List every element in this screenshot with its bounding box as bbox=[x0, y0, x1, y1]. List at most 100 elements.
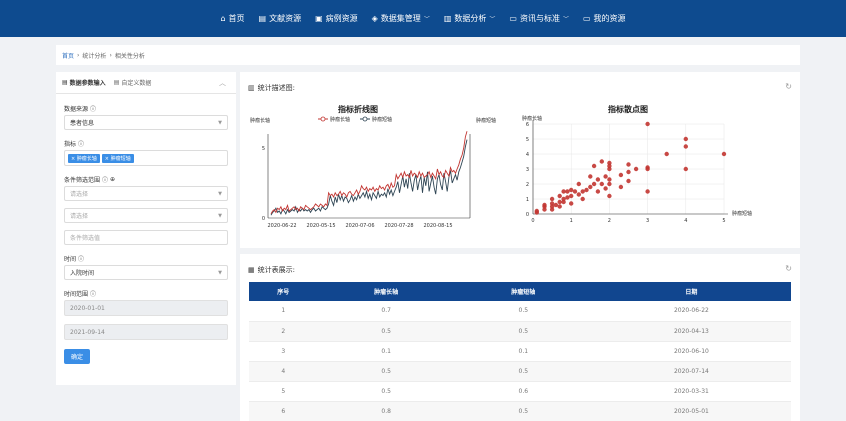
chevron-down-icon: ▼ bbox=[218, 212, 222, 219]
help-icon: ⓘ bbox=[78, 140, 85, 148]
nav-item-label: 数据集管理 bbox=[380, 14, 421, 23]
refresh-icon[interactable]: ↻ bbox=[785, 82, 792, 91]
column-header[interactable]: 肿瘤短轴 bbox=[454, 282, 592, 301]
scatter-point bbox=[588, 174, 593, 179]
chevron-down-icon: ﹀ bbox=[423, 16, 430, 23]
scatter-point bbox=[591, 163, 597, 169]
y-tick-label: 5 bbox=[262, 146, 265, 152]
scatter-point bbox=[576, 192, 581, 197]
scatter-point bbox=[542, 202, 547, 208]
scatter-point bbox=[626, 162, 631, 167]
legend-label[interactable]: 肿瘤长轴 bbox=[330, 116, 350, 123]
table-icon: ▦ bbox=[248, 266, 255, 274]
breadcrumb: 首页 › 统计分析 › 相关性分析 bbox=[56, 45, 800, 65]
scatter-point bbox=[633, 166, 639, 172]
scatter-point bbox=[569, 193, 574, 199]
scatter-point bbox=[603, 174, 608, 179]
x-tick-label: 2020-06-22 bbox=[267, 223, 296, 229]
table-row: 4 0.5 0.5 2020-07-14 bbox=[249, 361, 791, 382]
table-cell: 2020-06-10 bbox=[591, 341, 791, 362]
table-cell: 2 bbox=[249, 321, 318, 342]
nav-item[interactable]: ⌂ 首页 bbox=[220, 13, 244, 24]
column-header[interactable]: 肿瘤长轴 bbox=[317, 282, 455, 301]
legend-label[interactable]: 肿瘤短轴 bbox=[372, 116, 392, 123]
nav-item[interactable]: ▭ 资讯与标准 ﹀ bbox=[509, 13, 569, 24]
scatter-point bbox=[549, 201, 555, 206]
table-row: 2 0.5 0.5 2020-04-13 bbox=[249, 321, 791, 342]
tab-custom-data[interactable]: ▤ 自定义数据 bbox=[114, 78, 152, 87]
case-icon: ▣ bbox=[315, 14, 323, 23]
filter-value-input[interactable]: 条件筛选值 bbox=[64, 230, 228, 245]
scatter-point bbox=[618, 172, 624, 178]
table-cell: 0.6 bbox=[454, 381, 592, 402]
table-cell: 0.5 bbox=[454, 321, 592, 342]
x-tick-label: 5 bbox=[722, 218, 725, 224]
breadcrumb-current: 相关性分析 bbox=[114, 52, 145, 60]
breadcrumb-stats[interactable]: 统计分析 bbox=[82, 51, 106, 60]
series-line bbox=[270, 131, 468, 215]
y-tick-label: 1 bbox=[526, 197, 529, 203]
collapse-icon[interactable]: ︿ bbox=[219, 78, 226, 88]
home-icon: ⌂ bbox=[220, 14, 226, 23]
source-value: 患者信息 bbox=[70, 120, 95, 127]
table-cell: 2020-07-14 bbox=[591, 361, 791, 382]
scatter-point bbox=[557, 204, 562, 209]
help-icon: ⓘ bbox=[90, 105, 97, 113]
book-icon: ▤ bbox=[258, 14, 267, 23]
metric-label: 指标 bbox=[64, 140, 77, 148]
table-row: 6 0.8 0.5 2020-05-01 bbox=[249, 401, 791, 421]
table-cell: 5 bbox=[249, 381, 318, 402]
layers-icon: ◈ bbox=[371, 14, 378, 23]
x-tick-label: 2020-05-15 bbox=[306, 223, 335, 229]
scatter-point bbox=[664, 151, 669, 157]
y-tick-label: 0 bbox=[262, 216, 265, 222]
scatter-point bbox=[557, 193, 562, 199]
scatter-point bbox=[683, 166, 688, 172]
scatter-point bbox=[607, 177, 612, 182]
table-cell: 0.5 bbox=[317, 321, 455, 342]
y-tick-label: 2 bbox=[526, 182, 529, 188]
confirm-button[interactable]: 确定 bbox=[64, 349, 90, 364]
breadcrumb-home[interactable]: 首页 bbox=[62, 51, 74, 60]
column-header[interactable]: 序号 bbox=[249, 282, 318, 301]
x-tick-label: 0 bbox=[531, 218, 534, 224]
scatter-point bbox=[572, 189, 578, 194]
scatter-point bbox=[683, 144, 688, 149]
x-tick-label: 2020-07-28 bbox=[384, 223, 413, 229]
filter-field-select[interactable]: 请选择 ▼ bbox=[64, 186, 228, 201]
nav-item[interactable]: ▭ 我的资源 bbox=[583, 13, 626, 24]
nav-item[interactable]: ▤ 文献资源 bbox=[259, 13, 302, 24]
legend-marker bbox=[320, 116, 326, 122]
scatter-point bbox=[580, 196, 585, 202]
scatter-point bbox=[534, 208, 539, 214]
metric-tag[interactable]: × 肿瘤长轴 bbox=[68, 153, 100, 163]
range-end-input[interactable]: 2021-09-14 bbox=[64, 324, 228, 340]
refresh-icon[interactable]: ↻ bbox=[785, 264, 792, 273]
table-cell: 0.5 bbox=[454, 401, 592, 421]
scatter-point bbox=[595, 189, 601, 194]
line-chart: 指标折线图肿瘤长轴 肿瘤短轴 肿瘤长轴 肿瘤短轴 0 5 2020-06-22 2020-05… bbox=[250, 104, 496, 229]
y-tick-label: 3 bbox=[526, 167, 529, 173]
source-label: 数据来源 bbox=[64, 105, 89, 113]
metric-tag[interactable]: × 肿瘤短轴 bbox=[101, 153, 134, 163]
range-start-input[interactable]: 2020-01-01 bbox=[64, 300, 228, 316]
scatter-point bbox=[576, 181, 581, 187]
x-tick-label: 4 bbox=[684, 218, 687, 224]
table-cell: 0.5 bbox=[317, 381, 455, 402]
tab-data-params[interactable]: ▤ 数据参数输入 bbox=[62, 78, 106, 87]
column-header[interactable]: 日期 bbox=[591, 282, 791, 301]
time-select[interactable]: 入院时间 ▼ bbox=[64, 265, 228, 280]
metric-multiselect[interactable]: × 肿瘤长轴 × 肿瘤短轴 bbox=[64, 150, 228, 166]
nav-item[interactable]: ◈ 数据集管理 ﹀ bbox=[372, 13, 430, 24]
nav-item[interactable]: ▣ 病例资源 bbox=[315, 13, 358, 24]
scatter-point bbox=[607, 181, 612, 187]
source-select[interactable]: 患者信息 ▼ bbox=[64, 115, 228, 130]
add-filter-icon[interactable]: ⊕ bbox=[110, 176, 115, 183]
filter-op-select[interactable]: 请选择 ▼ bbox=[64, 208, 228, 223]
nav-item-label: 首页 bbox=[228, 14, 245, 23]
nav-item[interactable]: ▥ 数据分析 ﹀ bbox=[444, 13, 496, 24]
table-row: 5 0.5 0.6 2020-03-31 bbox=[249, 381, 791, 402]
filter-op-placeholder: 请选择 bbox=[70, 213, 89, 220]
time-value: 入院时间 bbox=[70, 270, 95, 277]
x-tick-label: 2020-08-15 bbox=[423, 223, 452, 229]
